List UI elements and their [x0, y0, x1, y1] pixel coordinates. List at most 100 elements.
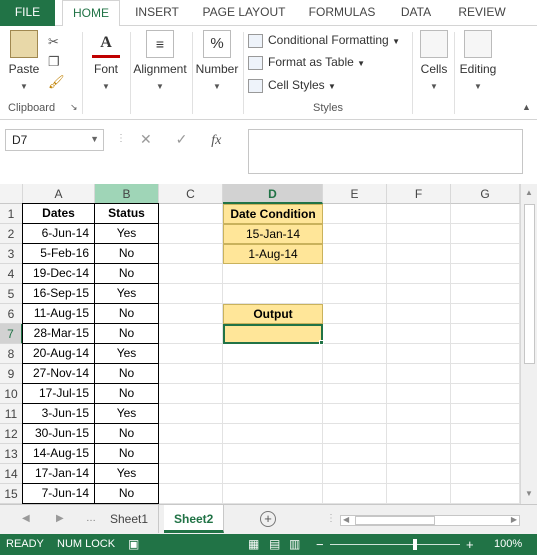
- enter-icon[interactable]: ✓: [176, 131, 188, 147]
- grid-cell[interactable]: [387, 384, 451, 404]
- editing-button[interactable]: Editing ▼: [456, 30, 500, 91]
- column-header-d[interactable]: D: [223, 184, 323, 204]
- grid-cell[interactable]: [451, 324, 520, 344]
- date-cell[interactable]: 20-Aug-14: [22, 343, 95, 364]
- row-header-2[interactable]: 2: [0, 224, 23, 244]
- date-cell[interactable]: 28-Mar-15: [22, 323, 95, 344]
- grid-cell[interactable]: [451, 264, 520, 284]
- fill-handle[interactable]: [319, 340, 324, 345]
- scroll-right-icon[interactable]: ▶: [511, 515, 517, 524]
- grid-cell[interactable]: [159, 284, 223, 304]
- grid-cell[interactable]: [323, 464, 387, 484]
- grid-cell[interactable]: [387, 464, 451, 484]
- grid-cell[interactable]: [387, 404, 451, 424]
- status-cell[interactable]: Yes: [94, 403, 159, 424]
- grid-cell[interactable]: [223, 344, 323, 364]
- row-header-15[interactable]: 15: [0, 484, 23, 504]
- grid-cell[interactable]: [323, 384, 387, 404]
- cancel-icon[interactable]: ✕: [140, 131, 152, 147]
- grid-cell[interactable]: [451, 484, 520, 504]
- grid-cell[interactable]: [451, 464, 520, 484]
- dates-header[interactable]: Dates: [22, 203, 95, 224]
- zoom-level[interactable]: 100%: [494, 534, 522, 555]
- row-header-13[interactable]: 13: [0, 444, 23, 464]
- status-cell[interactable]: No: [94, 443, 159, 464]
- status-cell[interactable]: No: [94, 303, 159, 324]
- grid-cell[interactable]: [387, 444, 451, 464]
- date-cell[interactable]: 11-Aug-15: [22, 303, 95, 324]
- date-cell[interactable]: 17-Jul-15: [22, 383, 95, 404]
- worksheet-grid[interactable]: A B C D E F G 1 2 3 4 5 6 7 8 9 10 11 12 13 14 15 Dates Status 6…: [0, 184, 520, 504]
- grid-cell[interactable]: [451, 424, 520, 444]
- date-cell[interactable]: 14-Aug-15: [22, 443, 95, 464]
- zoom-in-button[interactable]: +: [466, 534, 474, 555]
- grid-cell[interactable]: [387, 244, 451, 264]
- grid-cell[interactable]: [387, 224, 451, 244]
- status-header[interactable]: Status: [94, 203, 159, 224]
- grid-cell[interactable]: [159, 224, 223, 244]
- status-cell[interactable]: No: [94, 363, 159, 384]
- grid-cell[interactable]: [323, 224, 387, 244]
- date-cell[interactable]: 5-Feb-16: [22, 243, 95, 264]
- row-header-3[interactable]: 3: [0, 244, 23, 264]
- date-cell[interactable]: 6-Jun-14: [22, 223, 95, 244]
- grid-cell[interactable]: [223, 464, 323, 484]
- grid-cell[interactable]: [159, 304, 223, 324]
- row-header-11[interactable]: 11: [0, 404, 23, 424]
- tab-insert[interactable]: INSERT: [128, 0, 186, 26]
- date-cell[interactable]: 3-Jun-15: [22, 403, 95, 424]
- grid-cell[interactable]: [223, 264, 323, 284]
- tab-data[interactable]: DATA: [392, 0, 440, 26]
- row-header-12[interactable]: 12: [0, 424, 23, 444]
- grid-cell[interactable]: [223, 404, 323, 424]
- font-button[interactable]: A Font ▼: [88, 30, 124, 91]
- date-cell[interactable]: 19-Dec-14: [22, 263, 95, 284]
- grid-cell[interactable]: [451, 444, 520, 464]
- column-header-g[interactable]: G: [451, 184, 520, 204]
- zoom-out-button[interactable]: −: [316, 534, 324, 555]
- vertical-scrollbar[interactable]: ▲ ▼: [520, 184, 537, 504]
- grid-cell[interactable]: [159, 484, 223, 504]
- grid-cell[interactable]: [159, 264, 223, 284]
- date-condition-header[interactable]: Date Condition: [223, 204, 323, 224]
- conditional-formatting-button[interactable]: Conditional Formatting ▼: [248, 30, 400, 50]
- status-cell[interactable]: No: [94, 423, 159, 444]
- scroll-up-icon[interactable]: ▲: [525, 188, 533, 197]
- grid-cell[interactable]: [159, 424, 223, 444]
- grid-cell[interactable]: [323, 264, 387, 284]
- select-all-corner[interactable]: [0, 184, 23, 204]
- grid-cell[interactable]: [323, 344, 387, 364]
- tab-home[interactable]: HOME: [62, 0, 120, 27]
- grid-cell[interactable]: [159, 244, 223, 264]
- alignment-button[interactable]: ≡ Alignment ▼: [132, 30, 188, 91]
- row-header-6[interactable]: 6: [0, 304, 23, 324]
- column-header-f[interactable]: F: [387, 184, 451, 204]
- grid-cell[interactable]: [223, 424, 323, 444]
- grid-cell[interactable]: [387, 424, 451, 444]
- grid-cell[interactable]: [323, 404, 387, 424]
- status-cell[interactable]: Yes: [94, 223, 159, 244]
- grid-cell[interactable]: [451, 364, 520, 384]
- zoom-slider-thumb[interactable]: [413, 539, 417, 550]
- horizontal-scroll-thumb[interactable]: [355, 516, 435, 525]
- date-cell[interactable]: 30-Jun-15: [22, 423, 95, 444]
- insert-function-icon[interactable]: fx: [211, 133, 221, 148]
- tab-file[interactable]: FILE: [0, 0, 55, 26]
- grid-cell[interactable]: [387, 364, 451, 384]
- grid-cell[interactable]: [323, 424, 387, 444]
- grid-cell[interactable]: [451, 404, 520, 424]
- grid-cell[interactable]: [451, 224, 520, 244]
- grid-cell[interactable]: [451, 284, 520, 304]
- row-header-5[interactable]: 5: [0, 284, 23, 304]
- vertical-scroll-thumb[interactable]: [524, 204, 535, 364]
- grid-cell[interactable]: [451, 304, 520, 324]
- row-header-14[interactable]: 14: [0, 464, 23, 484]
- tab-review[interactable]: REVIEW: [452, 0, 512, 26]
- next-sheet-icon[interactable]: ▶: [56, 513, 64, 524]
- copy-icon[interactable]: ❐: [48, 52, 65, 72]
- add-sheet-button[interactable]: +: [260, 511, 276, 527]
- grid-cell[interactable]: [323, 204, 387, 224]
- grid-cell[interactable]: [159, 364, 223, 384]
- grid-cell[interactable]: [323, 484, 387, 504]
- name-box[interactable]: D7 ▼: [5, 129, 104, 151]
